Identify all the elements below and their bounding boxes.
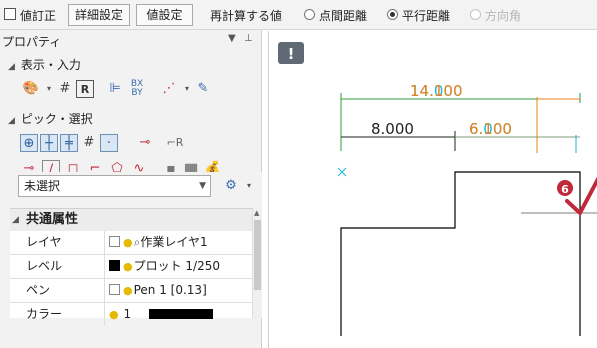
eyedropper-icon[interactable]: ✎	[194, 80, 212, 98]
pick-nearest-icon[interactable]: ·	[100, 134, 118, 152]
panel-dropdown-icon[interactable]: ▼	[228, 33, 236, 44]
dim-total-orange-label: 14.100	[410, 82, 463, 100]
row-value[interactable]: ●プロット 1/250	[104, 255, 252, 278]
color-bar	[148, 309, 213, 319]
row-value[interactable]: ● 1	[104, 303, 252, 326]
property-tool-dropdown-icon[interactable]: ▾	[240, 177, 258, 195]
table-row[interactable]: レベル ●プロット 1/250	[10, 255, 252, 279]
value-correct-label: 値訂正	[20, 9, 57, 23]
section-pick-select[interactable]: ◢ ピック・選択	[8, 110, 93, 127]
panel-title: プロパティ	[2, 35, 62, 49]
value-settings-button[interactable]: 値設定	[136, 4, 193, 26]
panel-pin-icon[interactable]: ⊥	[244, 33, 253, 44]
pick-point-icon[interactable]: ⊕	[20, 134, 38, 152]
scroll-up-icon[interactable]: ▲	[254, 209, 259, 217]
line-style-icon[interactable]: ⋰	[160, 80, 178, 98]
row-key: レイヤ	[26, 235, 62, 249]
dim-right-orange-label: 6.100	[469, 120, 512, 138]
color-swatch	[109, 284, 120, 295]
section-display-input[interactable]: ◢ 表示・入力	[8, 56, 81, 73]
group-header-label: 共通属性	[26, 212, 79, 227]
row-value-text: Pen 1 [0.13]	[133, 283, 207, 297]
chevron-down-icon: ▼	[199, 181, 206, 191]
color-swatch	[109, 236, 120, 247]
row-key: ペン	[26, 283, 51, 297]
radio-parallel-distance[interactable]	[387, 9, 398, 20]
selection-combo[interactable]: 未選択 ▼	[18, 175, 211, 197]
radio-parallel-distance-label[interactable]: 平行距離	[402, 6, 450, 26]
bulb-icon: ●	[123, 260, 133, 273]
row-key: カラー	[26, 307, 63, 321]
group-header[interactable]: ◢ 共通属性	[10, 209, 252, 231]
pick-midpoint-icon[interactable]: ╪	[60, 134, 78, 152]
bulb-icon: ●	[123, 284, 133, 297]
radio-point-distance-label[interactable]: 点間距離	[319, 6, 367, 26]
value-correct-checkbox[interactable]	[4, 8, 16, 20]
recalc-label: 再計算する値	[210, 9, 283, 23]
drawing-canvas[interactable]: ! 14.000 14.100 8.000 6.000 6.100 6	[268, 31, 597, 348]
detail-settings-button[interactable]: 詳細設定	[68, 4, 130, 26]
pick-grid-icon[interactable]: #	[80, 134, 98, 152]
pick-reference-icon[interactable]: ⌐R	[166, 134, 184, 152]
bxby-icon[interactable]: BX BY	[128, 80, 146, 98]
section-display-input-label: 表示・入力	[20, 58, 81, 72]
row-value[interactable]: ●Pen 1 [0.13]	[104, 279, 252, 302]
bulb-icon: ●	[123, 236, 133, 249]
origin-cross-marker	[337, 167, 347, 177]
drawing-svg: ! 14.000 14.100 8.000 6.000 6.100 6	[278, 42, 597, 336]
top-toolbar: 値訂正 詳細設定 値設定 再計算する値 点間距離 平行距離 方向角	[0, 0, 597, 30]
property-grid-area: 未選択 ▼ ⚙ ▾ ◢ 共通属性 レイヤ ●⌕作業レイヤ1 レベル ●プロット …	[10, 172, 262, 326]
grid-icon[interactable]: #	[56, 80, 74, 98]
radio-point-distance[interactable]	[304, 9, 315, 20]
property-grid: ◢ 共通属性 レイヤ ●⌕作業レイヤ1 レベル ●プロット 1/250 ペン ●…	[10, 208, 252, 326]
radio-direction-angle[interactable]	[470, 9, 481, 20]
color-swatch	[109, 260, 120, 271]
collapse-triangle-icon: ◢	[8, 62, 15, 72]
building-outline[interactable]	[340, 171, 581, 336]
row-key: レベル	[26, 259, 63, 273]
section-pick-select-label: ピック・選択	[20, 112, 93, 126]
bulb-icon: ●	[109, 308, 119, 321]
row-value-text: 1	[123, 307, 132, 321]
table-row[interactable]: レイヤ ●⌕作業レイヤ1	[10, 231, 252, 255]
table-row[interactable]: カラー ● 1	[10, 303, 252, 327]
row-value-text: 作業レイヤ1	[140, 235, 208, 249]
pick-perpendicular-icon[interactable]: ⊸	[136, 134, 154, 152]
layer-icon[interactable]: ⊫	[106, 80, 124, 98]
row-value[interactable]: ●⌕作業レイヤ1	[104, 231, 252, 254]
snap-r-icon[interactable]: R	[76, 80, 94, 98]
radio-direction-angle-label[interactable]: 方向角	[485, 6, 521, 26]
scrollbar-thumb[interactable]	[254, 220, 261, 290]
property-tool-icon[interactable]: ⚙	[222, 177, 240, 195]
property-scrollbar[interactable]: ▲	[252, 208, 262, 318]
collapse-triangle-icon: ◢	[8, 116, 15, 126]
palette-icon[interactable]: 🎨	[22, 80, 40, 98]
dim-left-label: 8.000	[371, 120, 414, 138]
info-icon-glyph: !	[288, 45, 295, 63]
selection-combo-value: 未選択	[24, 179, 61, 193]
pick-intersection-icon[interactable]: ┼	[40, 134, 58, 152]
step-badge-number: 6	[561, 183, 569, 196]
row-value-text: プロット 1/250	[133, 259, 221, 273]
collapse-triangle-icon: ◢	[12, 215, 19, 225]
table-row[interactable]: ペン ●Pen 1 [0.13]	[10, 279, 252, 303]
